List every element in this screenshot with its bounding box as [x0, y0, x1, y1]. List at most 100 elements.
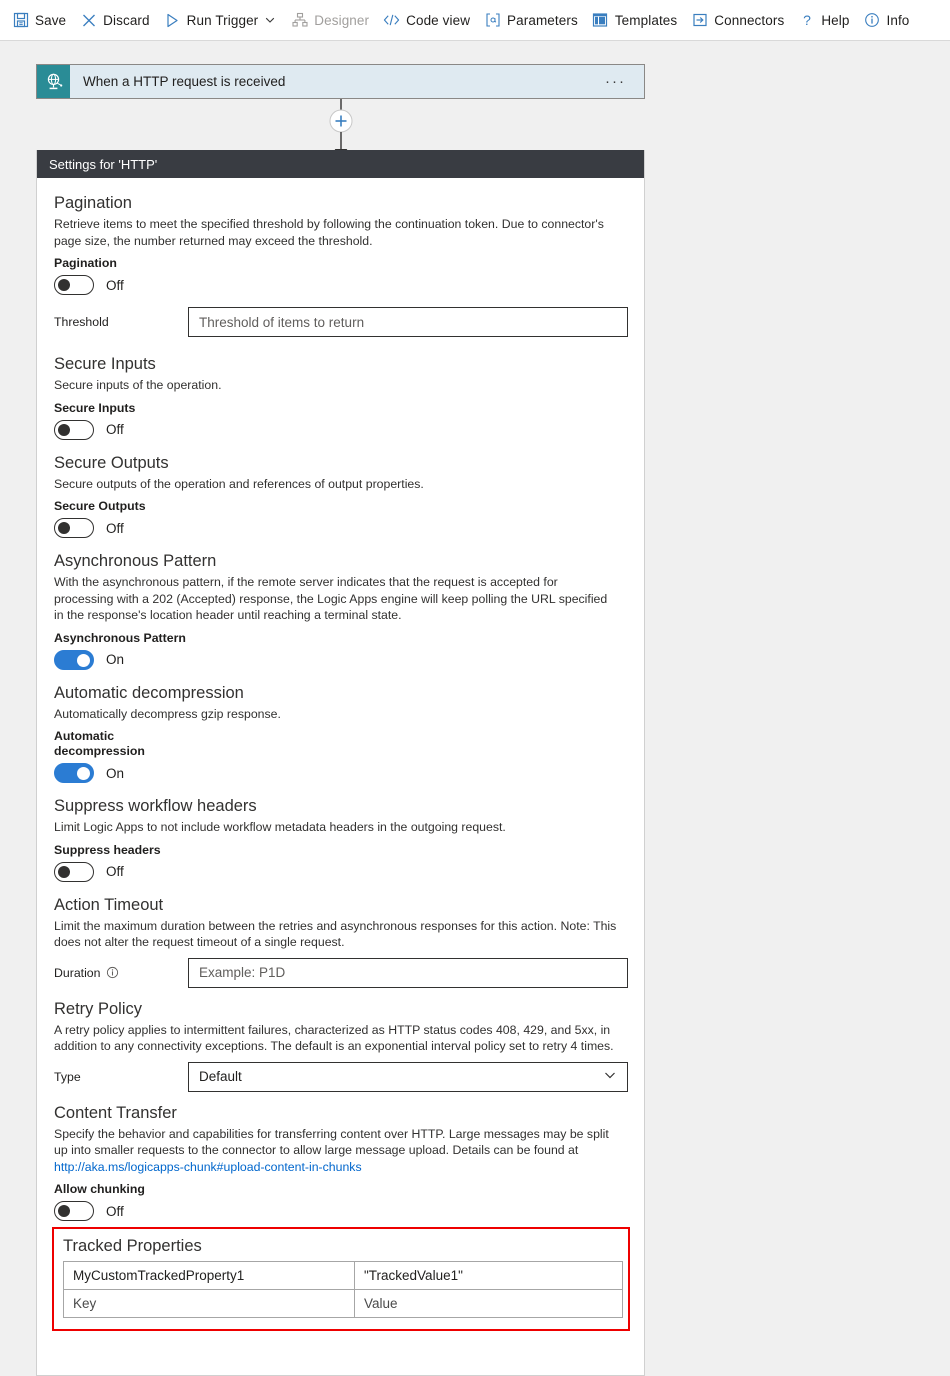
section-title: Suppress workflow headers — [54, 795, 628, 817]
secure-outputs-toggle-row: Off — [54, 518, 628, 538]
tracked-value-input-empty[interactable]: Value — [355, 1290, 623, 1318]
toggle-state-label: Off — [106, 864, 124, 879]
section-description: Secure outputs of the operation and refe… — [54, 476, 619, 493]
retry-type-select[interactable]: Default — [188, 1062, 628, 1092]
connectors-icon — [691, 12, 708, 29]
toolbar-label-designer: Designer — [314, 13, 369, 28]
pagination-toggle-row: Off — [54, 275, 628, 295]
toolbar-label-run-trigger: Run Trigger — [187, 13, 259, 28]
toolbar-button-help[interactable]: ? Help — [798, 5, 849, 35]
section-asynchronous-pattern: Asynchronous Pattern With the asynchrono… — [54, 550, 628, 670]
toolbar-button-info[interactable]: Info — [863, 5, 909, 35]
suppress-headers-toggle[interactable] — [54, 862, 94, 882]
section-automatic-decompression: Automatic decompression Automatically de… — [54, 682, 628, 784]
section-action-timeout: Action Timeout Limit the maximum duratio… — [54, 894, 628, 988]
http-request-globe-icon — [37, 65, 70, 98]
section-title: Asynchronous Pattern — [54, 550, 628, 572]
chevron-down-icon[interactable] — [263, 13, 277, 27]
toolbar-button-code-view[interactable]: Code view — [383, 5, 470, 35]
toggle-label: Asynchronous Pattern — [54, 631, 628, 646]
tracked-key-input-empty[interactable]: Key — [64, 1290, 355, 1318]
section-description: Limit Logic Apps to not include workflow… — [54, 819, 619, 836]
toolbar-button-connectors[interactable]: Connectors — [691, 5, 784, 35]
duration-label: Duration — [54, 966, 188, 980]
duration-row: Duration Example: P1D — [54, 958, 628, 988]
pagination-toggle[interactable] — [54, 275, 94, 295]
allow-chunking-toggle-row: Off — [54, 1201, 628, 1221]
section-secure-inputs: Secure Inputs Secure inputs of the opera… — [54, 353, 628, 440]
panel-header: Settings for 'HTTP' — [37, 150, 644, 178]
threshold-row: Threshold Threshold of items to return — [54, 307, 628, 337]
toggle-label: Suppress headers — [54, 843, 628, 858]
allow-chunking-toggle[interactable] — [54, 1201, 94, 1221]
suppress-headers-toggle-row: Off — [54, 862, 628, 882]
help-question-icon: ? — [798, 12, 815, 29]
designer-canvas: When a HTTP request is received ··· Sett… — [0, 41, 950, 1250]
toggle-state-label: On — [106, 652, 124, 667]
threshold-input[interactable]: Threshold of items to return — [188, 307, 628, 337]
duration-input[interactable]: Example: P1D — [188, 958, 628, 988]
discard-x-icon — [80, 12, 97, 29]
toolbar-button-templates[interactable]: Templates — [592, 5, 677, 35]
section-title: Pagination — [54, 192, 628, 214]
section-description: A retry policy applies to intermittent f… — [54, 1022, 619, 1055]
tracked-properties-title: Tracked Properties — [63, 1236, 619, 1257]
automatic-decompression-toggle[interactable] — [54, 763, 94, 783]
toolbar-label-code-view: Code view — [406, 13, 470, 28]
panel-body: Pagination Retrieve items to meet the sp… — [37, 178, 644, 1375]
toggle-label: Pagination — [54, 256, 628, 271]
toolbar-button-parameters[interactable]: Parameters — [484, 5, 578, 35]
section-title: Secure Inputs — [54, 353, 628, 375]
toggle-label: Secure Inputs — [54, 401, 628, 416]
section-description: Secure inputs of the operation. — [54, 377, 619, 394]
toolbar-label-info: Info — [886, 13, 909, 28]
tracked-key-input[interactable]: MyCustomTrackedProperty1 — [64, 1262, 355, 1290]
trigger-card[interactable]: When a HTTP request is received ··· — [36, 64, 645, 99]
section-title: Retry Policy — [54, 998, 628, 1020]
toggle-label: Secure Outputs — [54, 499, 628, 514]
tracked-value-input[interactable]: "TrackedValue1" — [355, 1262, 623, 1290]
tracked-properties-highlight: Tracked Properties MyCustomTrackedProper… — [52, 1227, 630, 1331]
toolbar-label-templates: Templates — [615, 13, 677, 28]
toolbar-button-save[interactable]: Save — [12, 5, 66, 35]
automatic-decompression-toggle-row: On — [54, 763, 628, 783]
section-title: Action Timeout — [54, 894, 628, 916]
toolbar-button-designer[interactable]: Designer — [291, 5, 369, 35]
section-title: Secure Outputs — [54, 452, 628, 474]
section-description: Retrieve items to meet the specified thr… — [54, 216, 619, 249]
toggle-state-label: Off — [106, 278, 124, 293]
section-description: Automatically decompress gzip response. — [54, 706, 619, 723]
info-circle-icon[interactable] — [106, 966, 119, 979]
section-suppress-workflow-headers: Suppress workflow headers Limit Logic Ap… — [54, 795, 628, 882]
svg-text:?: ? — [803, 12, 811, 28]
retry-type-row: Type Default — [54, 1062, 628, 1092]
secure-outputs-toggle[interactable] — [54, 518, 94, 538]
retry-type-value: Default — [199, 1069, 242, 1084]
toggle-state-label: Off — [106, 422, 124, 437]
section-pagination: Pagination Retrieve items to meet the sp… — [54, 192, 628, 337]
trigger-title: When a HTTP request is received — [83, 74, 605, 89]
toolbar-label-help: Help — [821, 13, 849, 28]
duration-label-text: Duration — [54, 966, 100, 980]
toggle-state-label: Off — [106, 521, 124, 536]
toggle-label: Automatic decompression — [54, 729, 164, 759]
chevron-down-icon — [603, 1068, 617, 1085]
toggle-state-label: On — [106, 766, 124, 781]
asynchronous-pattern-toggle[interactable] — [54, 650, 94, 670]
secure-inputs-toggle-row: Off — [54, 420, 628, 440]
section-retry-policy: Retry Policy A retry policy applies to i… — [54, 998, 628, 1092]
section-secure-outputs: Secure Outputs Secure outputs of the ope… — [54, 452, 628, 539]
trigger-more-menu-icon[interactable]: ··· — [605, 73, 626, 90]
section-title: Automatic decompression — [54, 682, 628, 704]
secure-inputs-toggle[interactable] — [54, 420, 94, 440]
threshold-label: Threshold — [54, 315, 188, 329]
toolbar-button-discard[interactable]: Discard — [80, 5, 149, 35]
retry-type-label: Type — [54, 1070, 188, 1084]
toolbar-label-parameters: Parameters — [507, 13, 578, 28]
content-transfer-description-text: Specify the behavior and capabilities fo… — [54, 1127, 609, 1158]
parameters-at-icon — [484, 12, 501, 29]
run-play-icon — [164, 12, 181, 29]
toolbar-button-run-trigger[interactable]: Run Trigger — [164, 5, 278, 35]
chunking-docs-link[interactable]: http://aka.ms/logicapps-chunk#upload-con… — [54, 1160, 362, 1174]
table-row: Key Value — [64, 1290, 623, 1318]
